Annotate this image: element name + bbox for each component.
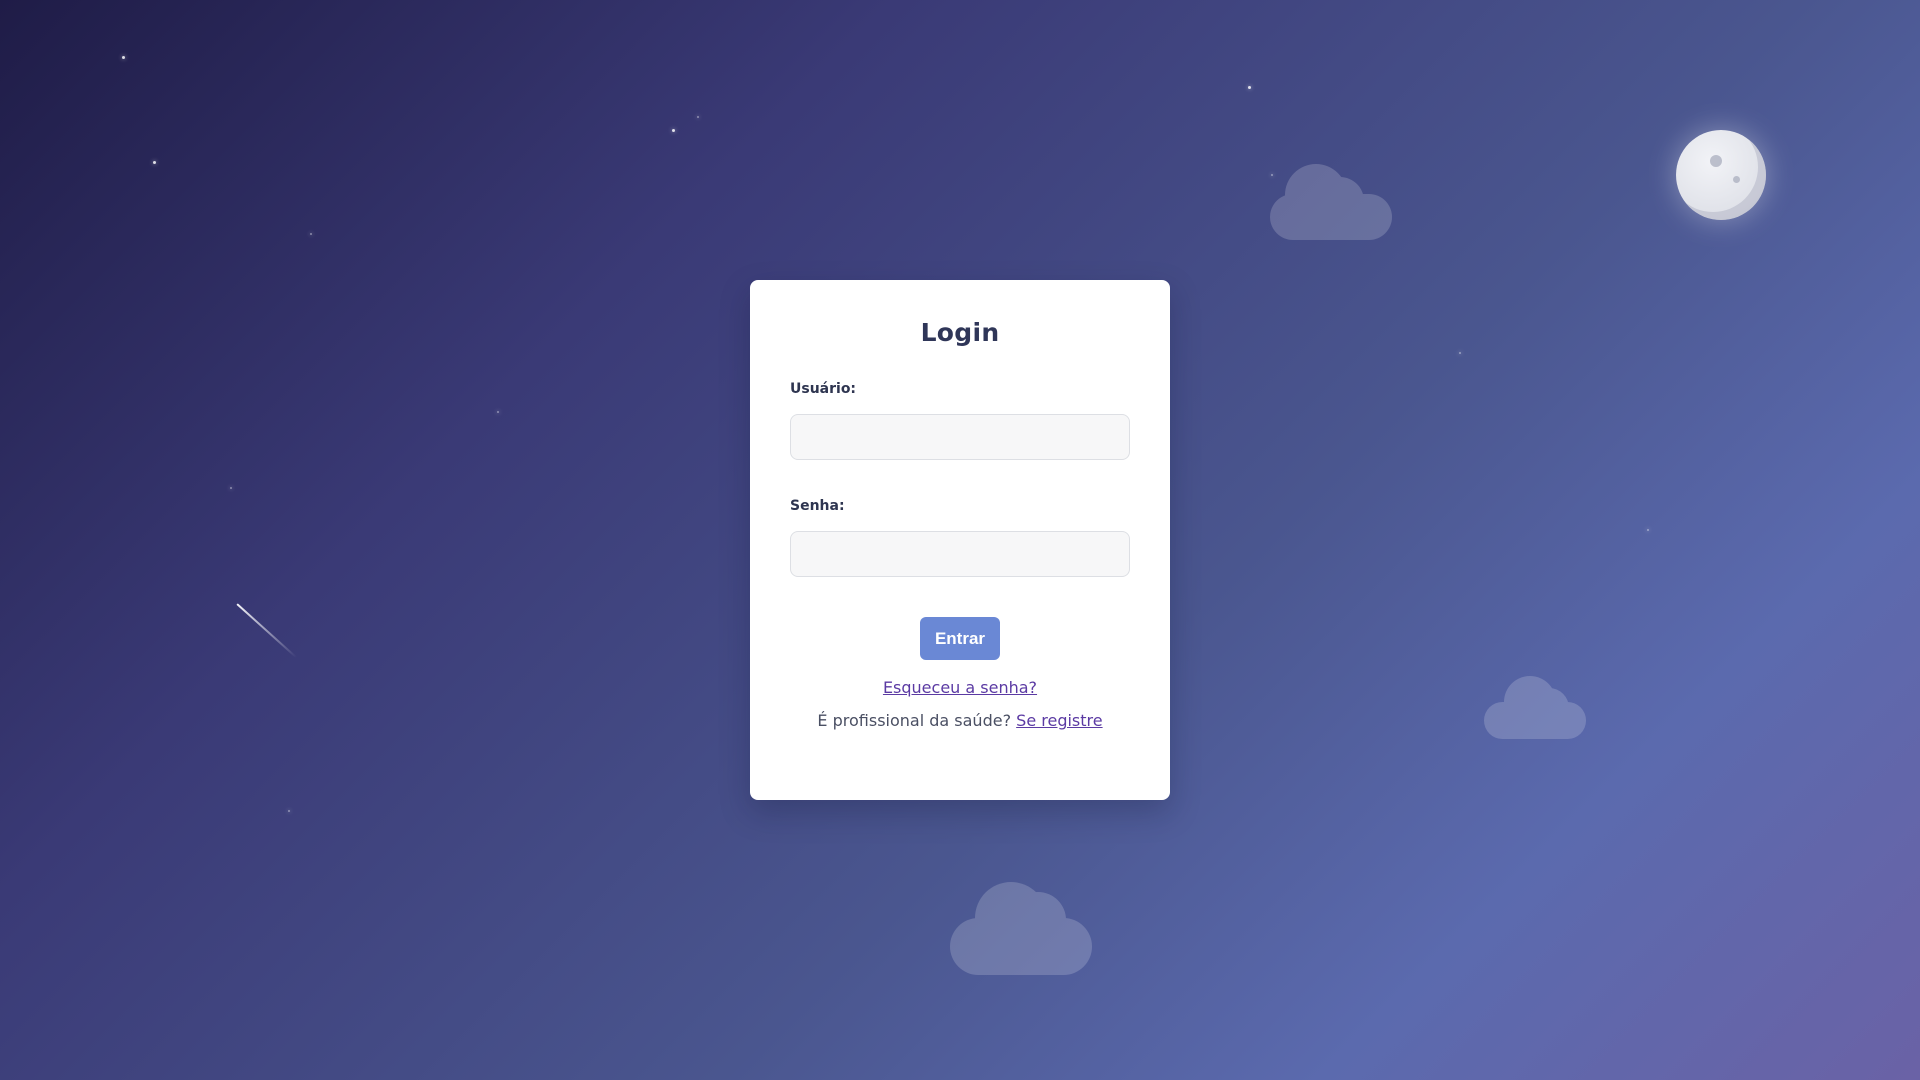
star xyxy=(230,487,232,489)
star xyxy=(672,129,675,132)
star xyxy=(288,810,290,812)
login-submit-button[interactable]: Entrar xyxy=(920,617,1000,660)
cloud-shape xyxy=(950,880,1092,975)
star xyxy=(122,56,125,59)
star xyxy=(1248,86,1251,89)
star xyxy=(1647,529,1649,531)
username-label: Usuário: xyxy=(790,381,857,397)
password-input[interactable] xyxy=(790,531,1130,577)
username-input[interactable] xyxy=(790,414,1130,460)
star xyxy=(497,411,499,413)
moon-crater xyxy=(1733,176,1740,183)
moon-icon xyxy=(1676,130,1766,220)
password-label: Senha: xyxy=(790,498,845,514)
register-link[interactable]: Se registre xyxy=(1016,711,1102,730)
star xyxy=(310,233,312,235)
star xyxy=(697,116,699,118)
register-row: É profissional da saúde? Se registre xyxy=(790,711,1130,730)
moon-crater xyxy=(1710,155,1722,167)
shooting-star xyxy=(236,603,298,659)
login-card: Login Usuário: Senha: Entrar Esqueceu a … xyxy=(750,280,1170,800)
cloud-shape xyxy=(1484,674,1586,739)
star xyxy=(153,161,156,164)
register-prompt: É profissional da saúde? xyxy=(817,711,1012,730)
forgot-password-link[interactable]: Esqueceu a senha? xyxy=(790,678,1130,697)
login-title: Login xyxy=(920,318,1000,347)
star xyxy=(1459,352,1461,354)
cloud-shape xyxy=(1270,160,1392,240)
